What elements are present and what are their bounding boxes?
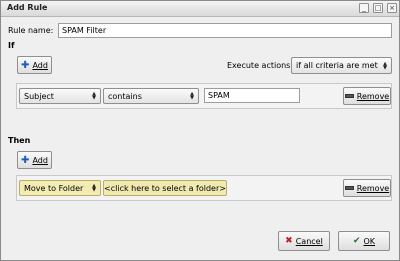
plus-icon: ✚ xyxy=(21,154,30,166)
close-icon[interactable]: × xyxy=(387,3,397,13)
rule-name-label: Rule name: xyxy=(8,26,54,35)
remove-criterion-label: Remove xyxy=(356,91,390,101)
add-criterion-label: Add xyxy=(32,60,48,70)
ok-label: OK xyxy=(363,236,376,246)
minus-icon xyxy=(344,94,354,98)
remove-criterion-button[interactable]: Remove xyxy=(343,87,391,105)
window-title: Add Rule xyxy=(7,3,48,12)
add-criterion-button[interactable]: ✚ Add xyxy=(17,56,52,74)
title-bar[interactable]: Add Rule _ □ × xyxy=(1,1,399,17)
add-rule-dialog: Add Rule _ □ × Rule name: SPAM Filter If… xyxy=(0,0,400,261)
execute-actions-select[interactable]: if all criteria are met ▲ ▼ xyxy=(291,57,392,74)
plus-icon: ✚ xyxy=(21,59,30,71)
updown-arrow-icon: ▲ ▼ xyxy=(190,91,194,101)
criterion-operator-select[interactable]: contains ▲ ▼ xyxy=(103,88,199,104)
execute-actions-label: Execute actions xyxy=(227,61,291,70)
remove-action-button[interactable]: Remove xyxy=(343,179,391,197)
select-folder-button[interactable]: <click here to select a folder> xyxy=(103,180,227,196)
minimize-icon[interactable]: _ xyxy=(359,3,369,13)
maximize-icon[interactable]: □ xyxy=(373,3,383,13)
cancel-label: Cancel xyxy=(295,236,323,246)
ok-button[interactable]: ✔ OK xyxy=(338,231,390,251)
criterion-operator-value: contains xyxy=(108,91,142,101)
criterion-value-input[interactable]: SPAM xyxy=(204,88,300,103)
cancel-icon: ✖ xyxy=(285,236,293,246)
add-action-button[interactable]: ✚ Add xyxy=(17,151,52,169)
updown-arrow-icon: ▲ ▼ xyxy=(383,60,387,71)
add-action-label: Add xyxy=(32,155,48,165)
criterion-field-value: Subject xyxy=(24,91,54,101)
remove-action-label: Remove xyxy=(356,183,390,193)
updown-arrow-icon: ▲ ▼ xyxy=(92,91,96,101)
updown-arrow-icon: ▲ ▼ xyxy=(92,183,96,193)
minus-icon xyxy=(344,186,354,190)
criterion-field-select[interactable]: Subject ▲ ▼ xyxy=(19,88,101,104)
action-type-value: Move to Folder xyxy=(24,183,84,193)
then-heading: Then xyxy=(8,136,31,145)
criterion-row: Subject ▲ ▼ contains ▲ ▼ SPAM Remove xyxy=(16,83,392,109)
rule-name-input[interactable]: SPAM Filter xyxy=(58,23,392,38)
if-heading: If xyxy=(8,41,15,50)
cancel-button[interactable]: ✖ Cancel xyxy=(278,231,330,251)
action-type-select[interactable]: Move to Folder ▲ ▼ xyxy=(19,180,101,196)
action-row: Move to Folder ▲ ▼ <click here to select … xyxy=(16,175,392,201)
execute-actions-value: if all criteria are met xyxy=(296,61,378,70)
ok-icon: ✔ xyxy=(352,236,361,246)
